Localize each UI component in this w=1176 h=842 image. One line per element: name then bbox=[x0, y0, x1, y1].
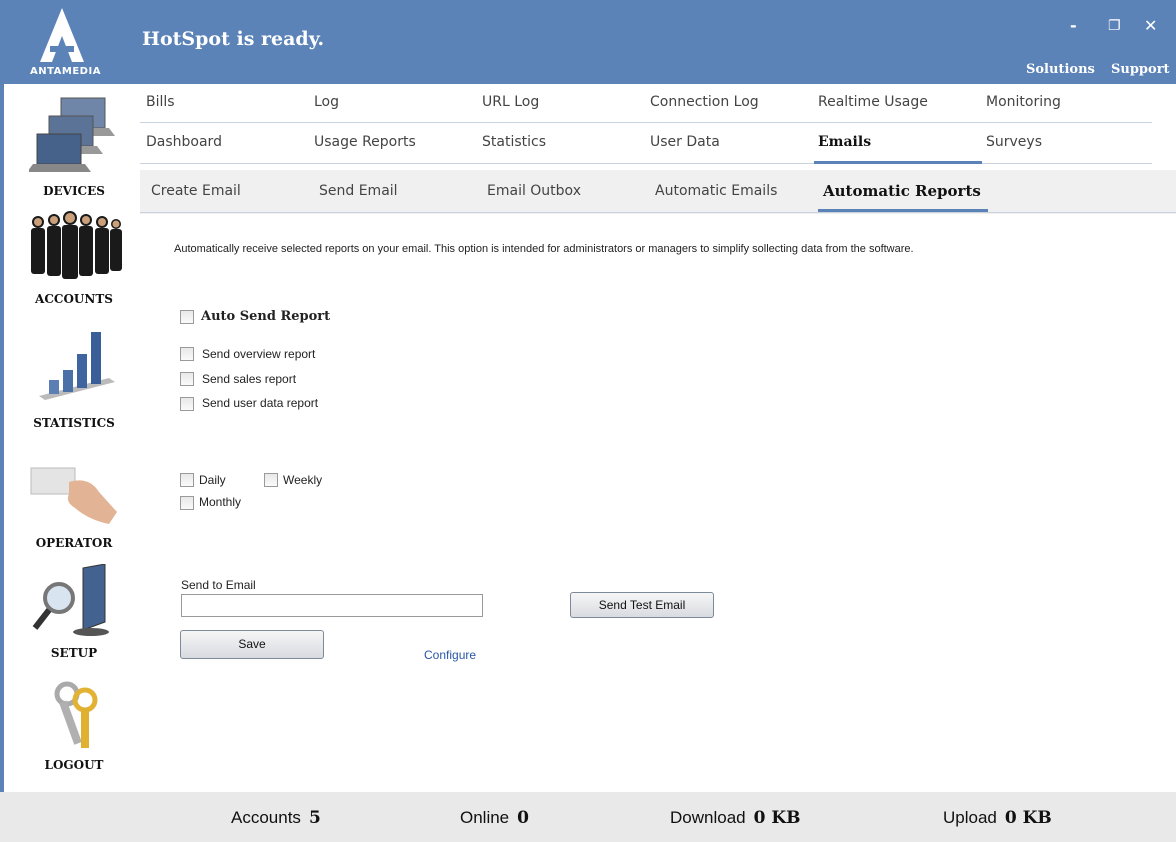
overview-report-checkbox[interactable] bbox=[180, 347, 194, 361]
monthly-checkbox[interactable] bbox=[180, 496, 194, 510]
daily-checkbox[interactable] bbox=[180, 473, 194, 487]
hand-card-icon bbox=[30, 467, 117, 524]
accounts-value: 5 bbox=[308, 808, 321, 828]
overview-report-label: Send overview report bbox=[202, 347, 316, 361]
restore-button[interactable]: ❐ bbox=[1108, 18, 1121, 34]
nav-divider bbox=[140, 163, 1152, 164]
sales-report-checkbox[interactable] bbox=[180, 372, 194, 386]
close-button[interactable]: ✕ bbox=[1144, 16, 1157, 35]
online-label: Online bbox=[460, 808, 510, 827]
online-value: 0 bbox=[517, 808, 529, 828]
download-label: Download bbox=[670, 808, 746, 827]
logo-text: ANTAMEDIA bbox=[30, 66, 101, 77]
subtab-create-email[interactable]: Create Email bbox=[151, 183, 241, 199]
user-data-report-checkbox[interactable] bbox=[180, 397, 194, 411]
active-subtab-indicator bbox=[818, 209, 988, 212]
configure-link[interactable]: Configure bbox=[424, 648, 476, 662]
tab-bills[interactable]: Bills bbox=[146, 94, 175, 110]
tab-dashboard[interactable]: Dashboard bbox=[146, 134, 222, 150]
subtab-email-outbox[interactable]: Email Outbox bbox=[487, 183, 581, 199]
active-tab-indicator bbox=[814, 161, 982, 164]
tab-log[interactable]: Log bbox=[314, 94, 339, 110]
minimize-button[interactable]: - bbox=[1070, 16, 1077, 35]
daily-label: Daily bbox=[199, 473, 226, 487]
monitor-magnifier-icon bbox=[32, 563, 109, 636]
sidebar-item-label: ACCOUNTS bbox=[35, 292, 113, 306]
antamedia-logo: ANTAMEDIA bbox=[0, 0, 125, 84]
sidebar-item-logout[interactable]: LOGOUT bbox=[8, 678, 140, 772]
tab-user-data[interactable]: User Data bbox=[650, 134, 720, 150]
email-field[interactable] bbox=[181, 594, 483, 617]
auto-send-checkbox[interactable] bbox=[180, 310, 194, 324]
nav-divider bbox=[140, 122, 1152, 123]
sidebar-item-label: DEVICES bbox=[43, 184, 105, 198]
tab-url-log[interactable]: URL Log bbox=[482, 94, 539, 110]
sidebar-item-accounts[interactable]: ACCOUNTS bbox=[8, 208, 140, 306]
upload-stat: Upload 0 KB bbox=[943, 808, 1052, 828]
support-link[interactable]: Support bbox=[1111, 62, 1170, 77]
solutions-link[interactable]: Solutions bbox=[1026, 62, 1095, 77]
sidebar-item-setup[interactable]: SETUP bbox=[8, 563, 140, 660]
people-icon bbox=[31, 211, 122, 279]
keys-icon bbox=[54, 681, 98, 748]
title-bar: ANTAMEDIA HotSpot is ready. - ❐ ✕ Soluti… bbox=[0, 0, 1176, 84]
upload-label: Upload bbox=[943, 808, 997, 827]
sidebar: DEVICES ACCOUNTS STATISTICS OPERATOR SET… bbox=[0, 84, 140, 792]
download-value: 0 KB bbox=[753, 808, 801, 828]
sidebar-item-label: SETUP bbox=[50, 646, 98, 660]
tab-usage-reports[interactable]: Usage Reports bbox=[314, 134, 416, 150]
subnav-divider bbox=[140, 212, 1176, 213]
sidebar-item-label: STATISTICS bbox=[33, 416, 115, 430]
upload-value: 0 KB bbox=[1004, 808, 1052, 828]
auto-send-label: Auto Send Report bbox=[201, 309, 331, 324]
sidebar-item-devices[interactable]: DEVICES bbox=[8, 94, 140, 198]
subtab-send-email[interactable]: Send Email bbox=[319, 183, 398, 199]
description-text: Automatically receive selected reports o… bbox=[174, 243, 914, 255]
sidebar-item-label: LOGOUT bbox=[44, 758, 104, 772]
accounts-stat: Accounts 5 bbox=[231, 808, 321, 828]
monthly-label: Monthly bbox=[199, 495, 242, 509]
subtab-automatic-reports[interactable]: Automatic Reports bbox=[823, 182, 981, 200]
laptops-icon bbox=[27, 97, 115, 172]
user-data-report-label: Send user data report bbox=[202, 396, 319, 410]
bar-chart-icon bbox=[39, 332, 115, 400]
tab-statistics[interactable]: Statistics bbox=[482, 134, 546, 150]
status-bar: Accounts 5 Online 0 Download 0 KB Upload 0 K… bbox=[0, 792, 1176, 842]
sidebar-item-label: OPERATOR bbox=[35, 536, 113, 550]
tab-monitoring[interactable]: Monitoring bbox=[986, 94, 1061, 110]
weekly-label: Weekly bbox=[283, 473, 323, 487]
online-stat: Online 0 bbox=[460, 808, 529, 828]
sidebar-item-operator[interactable]: OPERATOR bbox=[8, 462, 140, 550]
accounts-label: Accounts bbox=[231, 808, 301, 827]
tab-emails[interactable]: Emails bbox=[818, 134, 871, 150]
status-text: HotSpot is ready. bbox=[142, 28, 325, 50]
download-stat: Download 0 KB bbox=[670, 808, 801, 828]
save-button[interactable]: Save bbox=[180, 630, 324, 659]
tab-realtime-usage[interactable]: Realtime Usage bbox=[818, 94, 928, 110]
email-field-label: Send to Email bbox=[181, 578, 256, 592]
send-test-email-button[interactable]: Send Test Email bbox=[570, 592, 714, 618]
sidebar-item-statistics[interactable]: STATISTICS bbox=[8, 326, 140, 430]
sales-report-label: Send sales report bbox=[202, 372, 297, 386]
subtab-automatic-emails[interactable]: Automatic Emails bbox=[655, 183, 777, 199]
tab-connection-log[interactable]: Connection Log bbox=[650, 94, 759, 110]
weekly-checkbox[interactable] bbox=[264, 473, 278, 487]
tab-surveys[interactable]: Surveys bbox=[986, 134, 1042, 150]
